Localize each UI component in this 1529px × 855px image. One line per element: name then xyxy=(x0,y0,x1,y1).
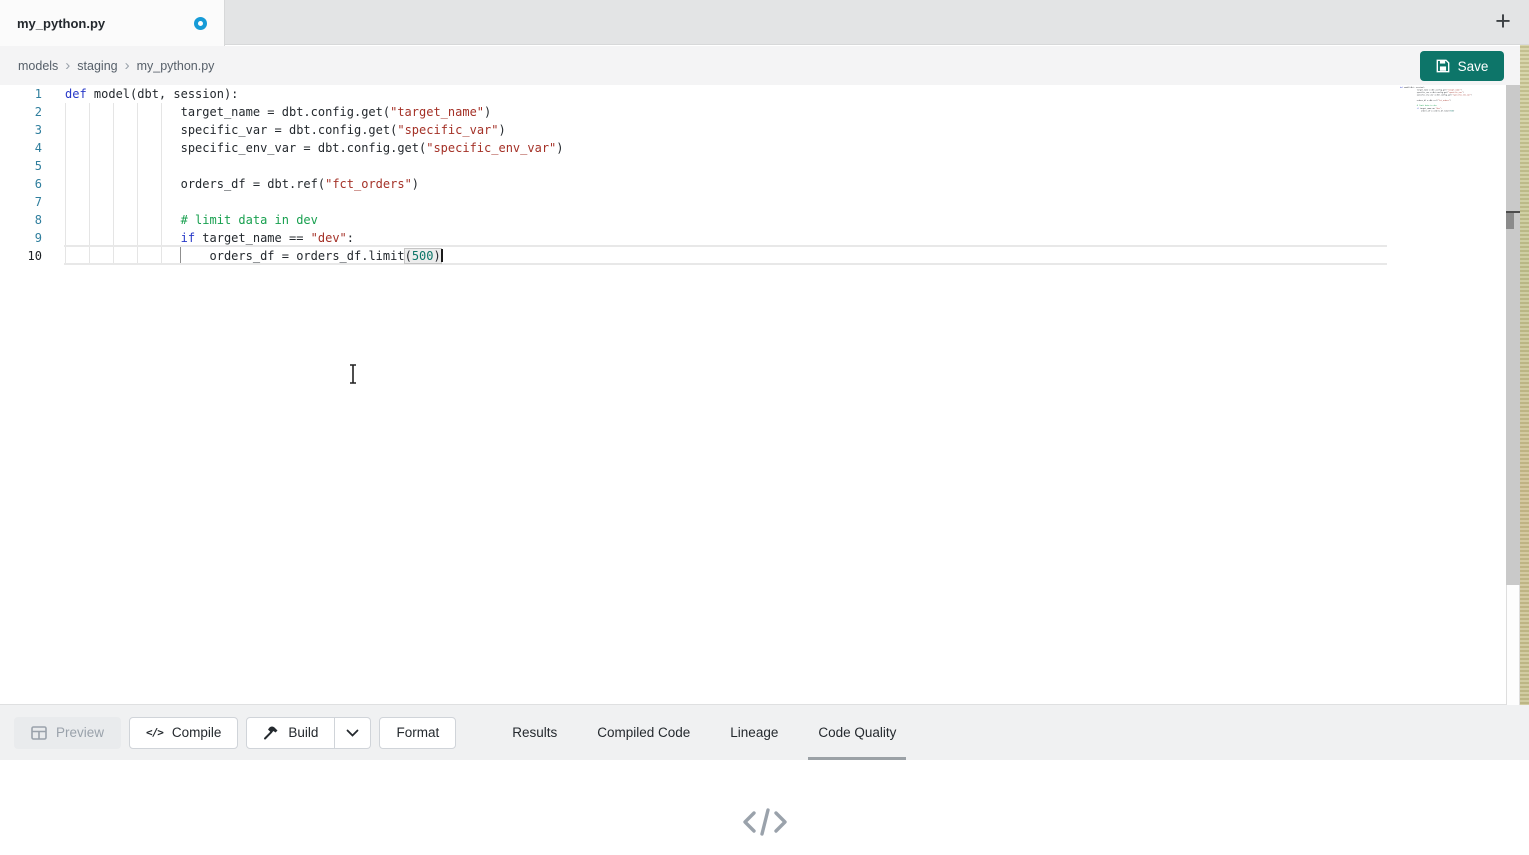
code-line[interactable]: 9 if target_name == "dev": xyxy=(0,229,1400,247)
tab-my-python[interactable]: my_python.py xyxy=(0,0,225,46)
code-brackets-icon: </> xyxy=(146,726,163,739)
tab-code-quality[interactable]: Code Quality xyxy=(798,705,916,760)
code-text: if target_name == "dev": xyxy=(65,229,354,247)
code-text: # limit data in dev xyxy=(65,211,318,229)
line-number: 9 xyxy=(0,229,42,247)
new-tab-button[interactable]: + xyxy=(1489,6,1517,38)
editor-scrollbar-lower xyxy=(1506,585,1520,705)
tab-compiled-code[interactable]: Compiled Code xyxy=(577,705,710,760)
breadcrumb-staging[interactable]: staging xyxy=(77,59,117,73)
compile-label: Compile xyxy=(172,725,222,740)
code-editor[interactable]: 1def model(dbt, session):2 target_name =… xyxy=(0,85,1529,705)
editor-scrollbar-track[interactable] xyxy=(1506,85,1520,585)
chevron-right-icon: › xyxy=(65,58,70,73)
tab-lineage[interactable]: Lineage xyxy=(710,705,798,760)
build-options-button[interactable] xyxy=(335,717,371,749)
tab-results[interactable]: Results xyxy=(492,705,577,760)
format-label: Format xyxy=(396,725,439,740)
code-lines[interactable]: 1def model(dbt, session):2 target_name =… xyxy=(0,85,1400,265)
code-line[interactable]: 10 orders_df = orders_df.limit(500) xyxy=(0,247,1400,265)
code-text: specific_env_var = dbt.config.get("speci… xyxy=(65,139,564,157)
code-line[interactable]: 4 specific_env_var = dbt.config.get("spe… xyxy=(0,139,1400,157)
code-text: orders_df = dbt.ref("fct_orders") xyxy=(65,175,419,193)
line-number: 4 xyxy=(0,139,42,157)
i-beam-cursor-icon xyxy=(346,363,360,385)
save-button[interactable]: Save xyxy=(1420,51,1504,81)
line-number: 3 xyxy=(0,121,42,139)
editor-tab-bar: my_python.py + xyxy=(0,0,1529,45)
code-line[interactable]: 2 target_name = dbt.config.get("target_n… xyxy=(0,103,1400,121)
code-line[interactable]: 3 specific_var = dbt.config.get("specifi… xyxy=(0,121,1400,139)
code-line[interactable]: 5 xyxy=(0,157,1400,175)
bottom-toolbar: Preview </> Compile Build Format Results… xyxy=(0,705,1529,760)
breadcrumb-file[interactable]: my_python.py xyxy=(137,59,215,73)
line-number: 6 xyxy=(0,175,42,193)
format-button[interactable]: Format xyxy=(379,717,456,749)
code-text: orders_df = orders_df.limit(500) xyxy=(65,247,443,265)
table-grid-icon xyxy=(31,726,47,740)
chevron-down-icon xyxy=(346,729,359,737)
line-number: 7 xyxy=(0,193,42,211)
line-number: 2 xyxy=(0,103,42,121)
floppy-disk-icon xyxy=(1436,59,1450,73)
text-caret xyxy=(441,249,443,262)
code-line[interactable]: 1 def model(dbt, session): xyxy=(0,85,1400,103)
code-line[interactable]: 6 orders_df = dbt.ref("fct_orders") xyxy=(0,175,1400,193)
compile-button[interactable]: </> Compile xyxy=(129,717,238,749)
unsaved-changes-dot-icon xyxy=(194,17,207,30)
desktop-edge-strip xyxy=(1520,45,1529,792)
minimap[interactable]: def model(dbt, session): target_name = d… xyxy=(1400,86,1505,146)
breadcrumb-models[interactable]: models xyxy=(18,59,58,73)
chevron-right-icon: › xyxy=(125,58,130,73)
bracket-match-highlight: (500) xyxy=(405,249,441,263)
breadcrumb: models › staging › my_python.py xyxy=(0,46,1529,85)
preview-button[interactable]: Preview xyxy=(14,717,121,749)
minimap-content: def model(dbt, session): target_name = d… xyxy=(1400,86,1502,112)
hammer-icon xyxy=(263,725,279,740)
build-label: Build xyxy=(288,725,318,740)
code-slash-icon xyxy=(742,807,788,837)
code-line[interactable]: 7 xyxy=(0,193,1400,211)
line-number: 10 xyxy=(0,247,42,265)
build-button[interactable]: Build xyxy=(246,717,335,749)
code-line[interactable]: 8 # limit data in dev xyxy=(0,211,1400,229)
build-split-button: Build xyxy=(246,717,371,749)
tab-label: my_python.py xyxy=(17,16,105,31)
line-number: 5 xyxy=(0,157,42,175)
code-text: def model(dbt, session): xyxy=(65,85,238,103)
code-text: target_name = dbt.config.get("target_nam… xyxy=(65,103,491,121)
code-quality-panel xyxy=(0,760,1529,855)
save-label: Save xyxy=(1458,59,1489,74)
line-number: 1 xyxy=(0,85,42,103)
result-tabs: Results Compiled Code Lineage Code Quali… xyxy=(492,705,916,760)
line-number: 8 xyxy=(0,211,42,229)
code-text: specific_var = dbt.config.get("specific_… xyxy=(65,121,506,139)
preview-label: Preview xyxy=(56,725,104,740)
editor-scrollbar-thumb[interactable] xyxy=(1506,213,1514,229)
